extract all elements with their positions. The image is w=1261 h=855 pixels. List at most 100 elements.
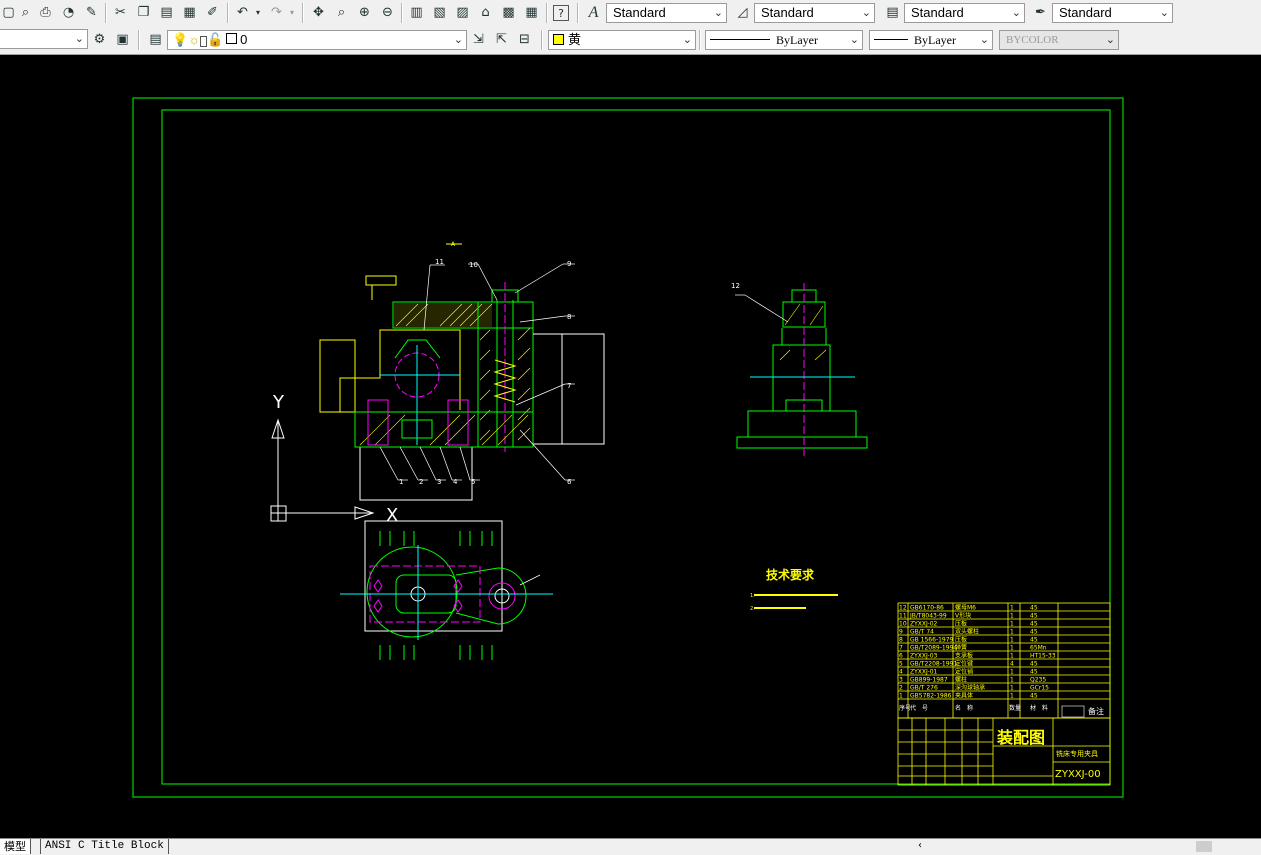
design-center-icon[interactable]: ▧	[431, 4, 448, 21]
layer-select[interactable]: 💡☼■🔓 0 ⌄	[167, 30, 467, 50]
remark-label: 备注	[1088, 706, 1104, 716]
title-sub: 铣床专用夹具	[1056, 749, 1098, 758]
chevron-down-icon: ⌄	[849, 33, 859, 46]
new-icon[interactable]: ▢	[0, 4, 17, 21]
zoom-window-icon[interactable]: ⊕	[356, 4, 373, 21]
layout-tabs: 模型 ANSI C Title Block ‹	[0, 838, 1261, 855]
text-style-select[interactable]: Standard ⌄	[606, 3, 727, 23]
markup-icon[interactable]: ▩	[500, 4, 517, 21]
table-style-select[interactable]: Standard ⌄	[904, 3, 1025, 23]
open-icon[interactable]: ⌕	[17, 4, 34, 21]
print-icon[interactable]: ⎙	[37, 4, 54, 21]
layer-previous-icon[interactable]: ⇱	[493, 31, 510, 48]
linetype-select[interactable]: ByLayer ⌄	[705, 30, 863, 50]
bom-cell-no: 1	[899, 693, 903, 700]
bom-cell-mat: 45	[1030, 661, 1038, 668]
bom-cell-qty: 4	[1010, 661, 1014, 668]
calculator-icon[interactable]: ▦	[523, 4, 540, 21]
clean-screen-icon[interactable]: ▣	[114, 31, 131, 48]
plot-preview-icon[interactable]: ◔	[60, 4, 77, 21]
ucs-x-label: X	[386, 505, 398, 526]
horizontal-scrollbar-thumb[interactable]	[1196, 841, 1212, 852]
bom-cell-code: GB/T 74	[910, 629, 934, 636]
title-main: 装配图	[996, 728, 1045, 747]
bom-cell-no: 12	[899, 605, 907, 612]
bom-cell-name: 螺柱	[955, 676, 967, 684]
balloon-2: 2	[419, 478, 423, 486]
bom-cell-qty: 1	[1010, 613, 1014, 620]
workspace-select[interactable]: ⌄	[0, 29, 88, 49]
unlock-icon: 🔓	[206, 32, 224, 47]
zoom-realtime-icon[interactable]: ⌕	[333, 4, 350, 21]
balloon-12: 12	[731, 282, 740, 290]
bom-cell-mat: 45	[1030, 693, 1038, 700]
properties-icon[interactable]: ▥	[408, 4, 425, 21]
bom-cell-code: JB/T8043-99	[909, 613, 947, 620]
tech-requirements-title: 技术要求	[766, 567, 815, 582]
drawing-number: ZYXXJ-00	[1055, 769, 1101, 780]
balloon-10: 10	[469, 261, 478, 269]
chevron-down-icon: ⌄	[74, 32, 84, 45]
bom-cell-qty: 1	[1010, 637, 1014, 644]
zoom-previous-icon[interactable]: ⊖	[379, 4, 396, 21]
publish-icon[interactable]: ✎	[83, 4, 100, 21]
table-style-icon[interactable]: ▤	[884, 4, 901, 21]
standard-toolbar: ▢ ⌕ ⎙ ◔ ✎ ✂ ❐ ▤ ▦ ✐ ↶ ▾ ↷ ▾ ✥ ⌕ ⊕ ⊖ ▥ ▧ …	[0, 0, 1261, 27]
bom-cell-qty: 1	[1010, 629, 1014, 636]
parts-list-text: 12 GB6170-86 螺母M6 1 4511 JB/T8043-99 V形块 1 4510 Z…	[899, 604, 1056, 713]
bom-cell-qty: 1	[1010, 685, 1014, 692]
scroll-left-icon[interactable]: ‹	[918, 840, 922, 851]
mleader-style-icon[interactable]: ✒	[1032, 4, 1049, 21]
white-square-icon	[226, 33, 238, 44]
bom-cell-qty: 1	[1010, 693, 1014, 700]
chevron-down-icon: ⌄	[682, 33, 692, 46]
workspace-settings-icon[interactable]: ⚙	[91, 31, 108, 48]
balloon-7: 7	[567, 382, 571, 390]
balloon-labels: 1 2 3 4 5 6 7 8 9 10 11 12	[399, 258, 740, 486]
dim-style-icon[interactable]: ◿	[734, 4, 751, 21]
bom-cell-code: ZYXXJ-01	[910, 669, 938, 676]
chevron-down-icon[interactable]: ▾	[287, 4, 297, 21]
text-style-icon[interactable]: A	[585, 4, 602, 21]
bom-cell-name: 夹具体	[955, 692, 973, 700]
tab-model[interactable]: 模型	[0, 839, 31, 854]
chevron-down-icon: ⌄	[1159, 6, 1169, 19]
color-select[interactable]: 黄 ⌄	[548, 30, 696, 50]
bom-header: 材 料	[1030, 704, 1048, 712]
bom-cell-mat: 45	[1030, 605, 1038, 612]
chevron-down-icon[interactable]: ▾	[253, 4, 263, 21]
bom-header: 代 号	[910, 704, 928, 712]
help-icon[interactable]: ?	[553, 5, 569, 21]
bom-cell-no: 5	[899, 661, 903, 668]
layer-state-icon[interactable]: ⊟	[516, 31, 533, 48]
bom-cell-mat: 45	[1030, 637, 1038, 644]
block-editor-icon[interactable]: ▦	[181, 4, 198, 21]
make-current-layer-icon[interactable]: ⇲	[470, 31, 487, 48]
color-swatch-icon	[553, 34, 564, 45]
color-swatch-icon: ■	[200, 36, 207, 47]
pan-icon[interactable]: ✥	[310, 4, 327, 21]
lineweight-select[interactable]: ByLayer ⌄	[869, 30, 993, 50]
mleader-style-select[interactable]: Standard ⌄	[1052, 3, 1173, 23]
copy-icon[interactable]: ❐	[135, 4, 152, 21]
undo-icon[interactable]: ↶	[234, 4, 251, 21]
bom-cell-code: GB5782-1986	[910, 693, 952, 700]
bom-cell-no: 11	[899, 613, 907, 620]
bom-cell-code: GB 1566-1979	[910, 637, 954, 644]
bom-cell-qty: 1	[1010, 621, 1014, 628]
layer-properties-icon[interactable]: ▤	[147, 31, 164, 48]
drawing-canvas[interactable]: Y X 1 2 3 4 5 6 7 8 9 10 11 12 A 技术要求 1.…	[0, 55, 1261, 838]
bom-cell-mat: 45	[1030, 621, 1038, 628]
bom-cell-name: 深沟球轴承	[955, 684, 985, 692]
paste-icon[interactable]: ▤	[158, 4, 175, 21]
tab-ansi-c-title-block[interactable]: ANSI C Title Block	[40, 839, 169, 854]
sheet-set-icon[interactable]: ⌂	[477, 4, 494, 21]
redo-icon[interactable]: ↷	[268, 4, 285, 21]
match-properties-icon[interactable]: ✐	[204, 4, 221, 21]
chevron-down-icon: ⌄	[453, 33, 463, 46]
bom-cell-mat: HT15-33	[1030, 653, 1056, 660]
tool-palettes-icon[interactable]: ▨	[454, 4, 471, 21]
cut-icon[interactable]: ✂	[112, 4, 129, 21]
dim-style-select[interactable]: Standard ⌄	[754, 3, 875, 23]
bom-cell-code: GB/T2208-1991	[910, 661, 957, 668]
